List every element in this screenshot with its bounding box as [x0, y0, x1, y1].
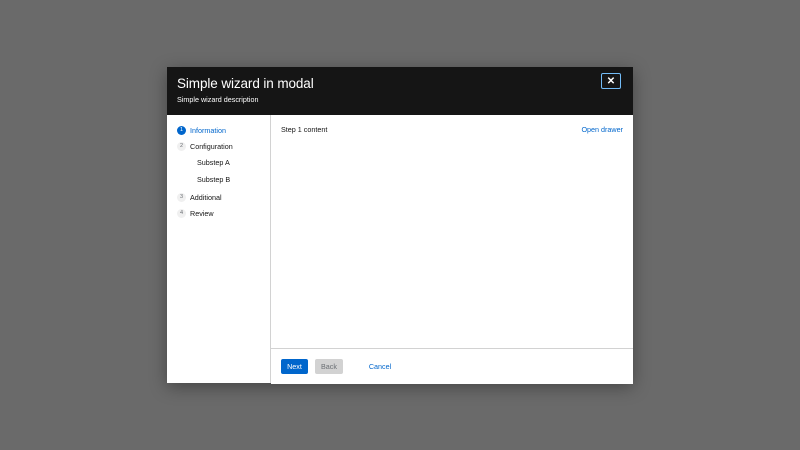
- step-label-information: Information: [190, 125, 226, 135]
- nav-substep-a[interactable]: Substep A: [197, 157, 230, 169]
- step-number-3: 3: [177, 192, 186, 202]
- modal-description: Simple wizard description: [177, 95, 259, 104]
- wizard-content: Step 1 content Open drawer: [271, 115, 633, 348]
- nav-substep-b[interactable]: Substep B: [197, 174, 230, 186]
- close-button[interactable]: ✕: [601, 73, 621, 89]
- step-label-review: Review: [190, 208, 214, 218]
- open-drawer-link[interactable]: Open drawer: [581, 125, 623, 134]
- step-number-2: 2: [177, 141, 186, 151]
- step-number-4: 4: [177, 208, 186, 218]
- step-content-text: Step 1 content: [281, 125, 328, 134]
- step-number-1: 1: [177, 125, 186, 135]
- next-button[interactable]: Next: [281, 359, 308, 374]
- cancel-button[interactable]: Cancel: [363, 359, 397, 374]
- nav-step-review[interactable]: 4 Review: [177, 207, 214, 219]
- wizard-modal: Simple wizard in modal Simple wizard des…: [167, 67, 633, 384]
- modal-header: Simple wizard in modal Simple wizard des…: [167, 67, 633, 115]
- step-label-additional: Additional: [190, 192, 222, 202]
- close-icon: ✕: [606, 76, 616, 87]
- wizard-nav: 1 Information 2 Configuration Substep A …: [167, 115, 271, 383]
- nav-step-information[interactable]: 1 Information: [177, 124, 226, 136]
- nav-step-additional[interactable]: 3 Additional: [177, 191, 222, 203]
- wizard-footer: Next Back Cancel: [271, 348, 633, 384]
- nav-step-configuration[interactable]: 2 Configuration: [177, 140, 233, 152]
- modal-title: Simple wizard in modal: [177, 76, 314, 91]
- step-label-configuration: Configuration: [190, 141, 233, 151]
- back-button[interactable]: Back: [315, 359, 343, 374]
